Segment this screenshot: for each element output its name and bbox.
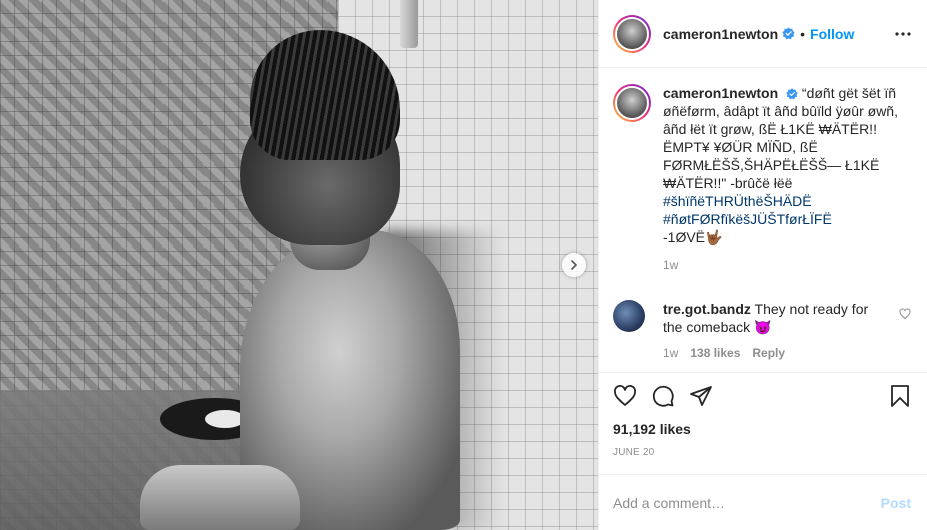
comment-likes[interactable]: 138 likes — [690, 346, 740, 360]
next-photo-button[interactable] — [562, 253, 586, 277]
like-count[interactable]: 91,192 likes — [599, 421, 927, 437]
add-comment-bar: Post — [599, 474, 927, 530]
commenter-avatar[interactable] — [613, 300, 645, 332]
heart-icon[interactable] — [613, 384, 637, 411]
caption-age[interactable]: 1w — [663, 258, 911, 272]
post-side-panel: cameron1newton • Follow cameron1newton “… — [598, 0, 927, 530]
share-icon[interactable] — [689, 384, 713, 411]
verified-badge-icon — [786, 88, 798, 100]
comment-text: tre.got.bandz They not ready for the com… — [663, 300, 883, 336]
instagram-post: cameron1newton • Follow cameron1newton “… — [0, 0, 927, 530]
post-comment-button[interactable]: Post — [881, 495, 911, 511]
caption-username[interactable]: cameron1newton — [663, 85, 778, 101]
verified-badge-icon — [782, 27, 795, 40]
shower-rail — [400, 0, 418, 48]
more-options-icon[interactable] — [895, 31, 911, 36]
hashtag-link[interactable]: #ñøtFØRfïkëšJÜŠTførŁÏFË — [663, 210, 903, 228]
commenter-username[interactable]: tre.got.bandz — [663, 301, 751, 317]
author-avatar[interactable] — [613, 14, 651, 53]
follow-button[interactable]: Follow — [810, 26, 854, 42]
action-bar — [599, 373, 927, 421]
reply-button[interactable]: Reply — [752, 346, 785, 360]
caption-avatar[interactable] — [613, 84, 651, 122]
bookmark-icon[interactable] — [889, 384, 911, 411]
caption-text: cameron1newton “døñt gët šët ïñ øñëførm,… — [663, 84, 903, 246]
caption: cameron1newton “døñt gët šët ïñ øñëførm,… — [613, 84, 911, 246]
post-header: cameron1newton • Follow — [599, 0, 927, 68]
comment-like-heart-icon[interactable] — [899, 308, 911, 320]
person-arm — [140, 465, 300, 530]
author-username[interactable]: cameron1newton — [663, 26, 778, 42]
caption-signoff: -1ØVË🤟🏾 — [663, 229, 723, 245]
separator-dot: • — [800, 25, 806, 42]
post-date[interactable]: JUNE 20 — [599, 437, 927, 458]
bag-logo — [205, 410, 245, 428]
comments-section[interactable]: cameron1newton “døñt gët šët ïñ øñëførm,… — [599, 68, 927, 373]
hashtag-link[interactable]: #šhïñëTHRÜthëŠHÄDË — [663, 192, 903, 210]
post-photo[interactable] — [0, 0, 598, 530]
comment-icon[interactable] — [651, 384, 675, 411]
chevron-right-icon — [571, 260, 577, 270]
comment-input[interactable] — [613, 494, 881, 511]
comment-age[interactable]: 1w — [663, 346, 678, 360]
comment: tre.got.bandz They not ready for the com… — [613, 300, 911, 336]
comment-meta: 1w 138 likes Reply — [663, 346, 911, 360]
